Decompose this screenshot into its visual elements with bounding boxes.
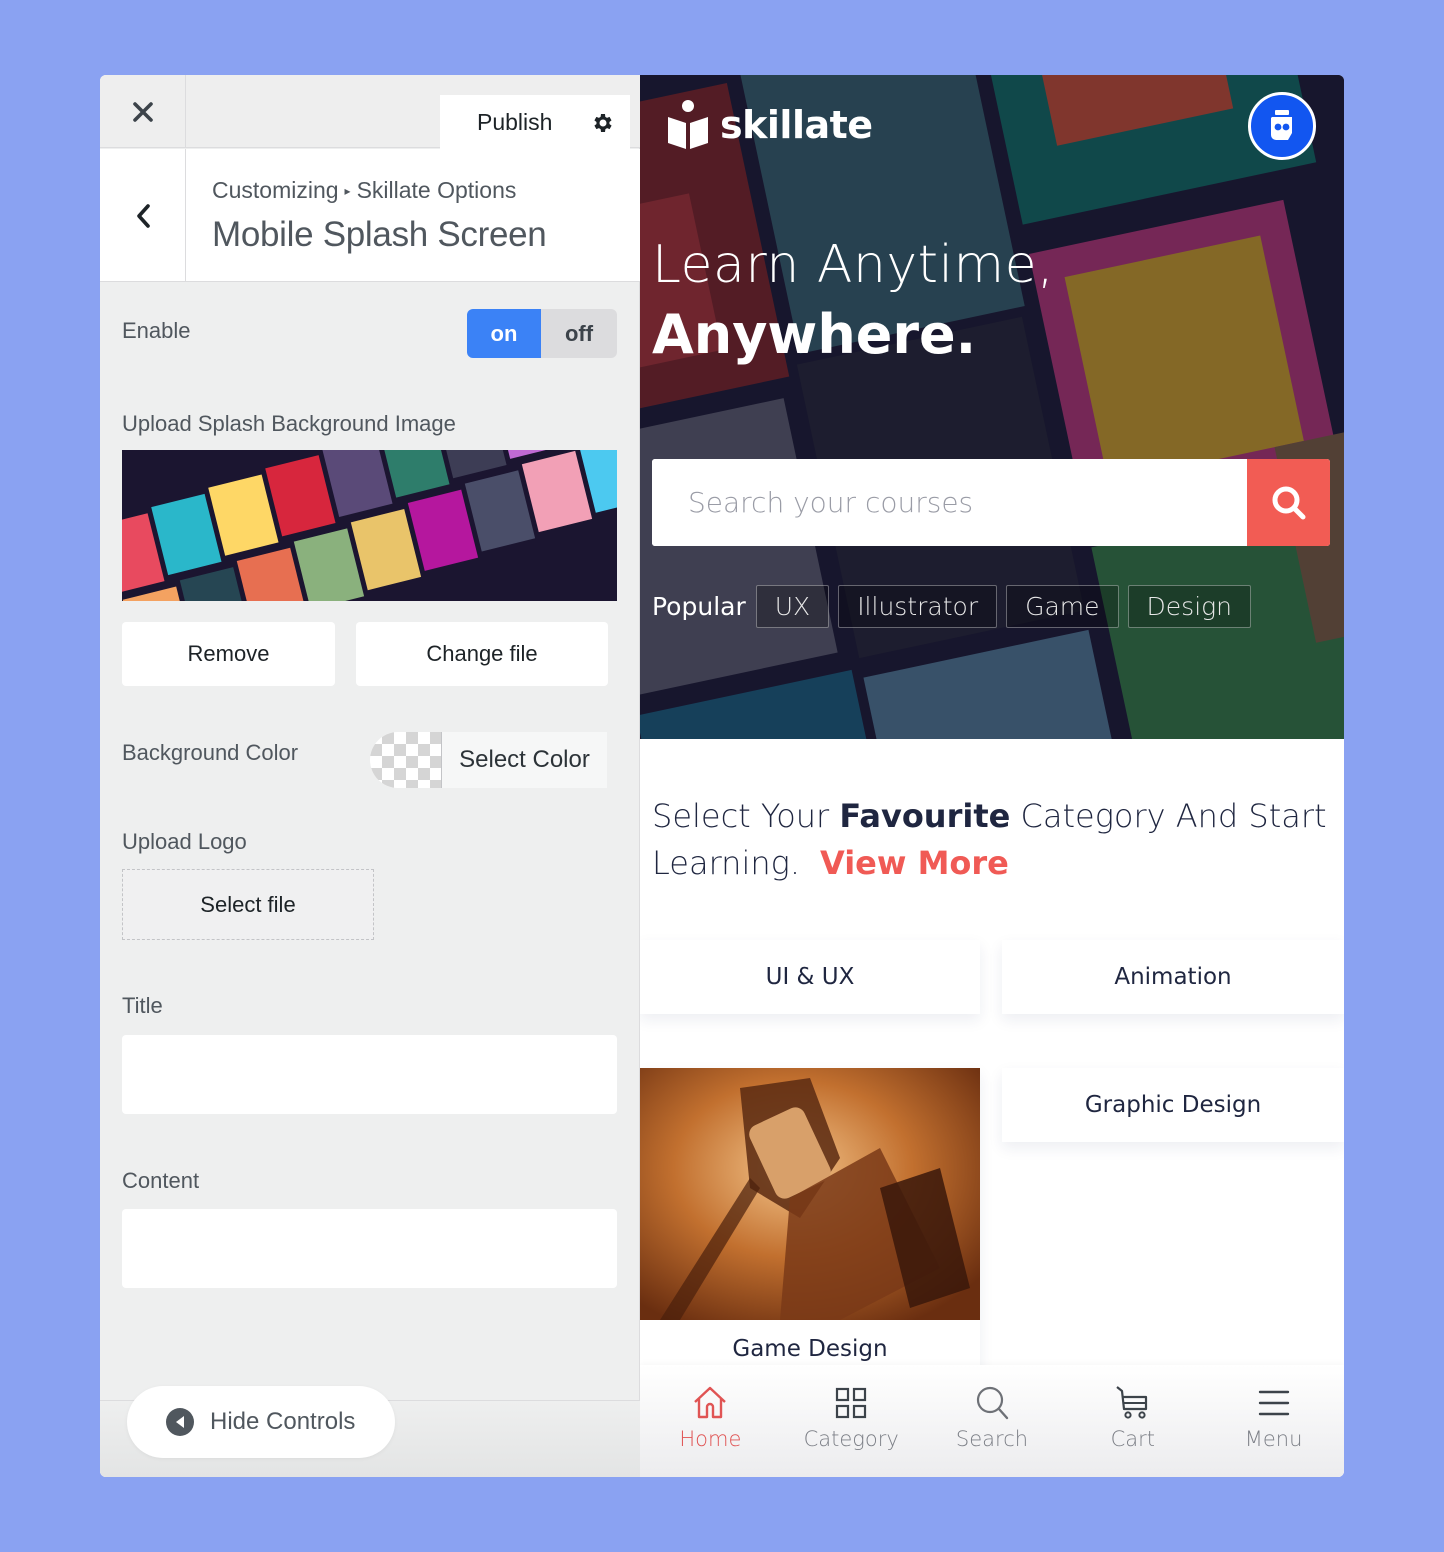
content-input[interactable] bbox=[122, 1209, 617, 1288]
category-card[interactable]: UI & UX bbox=[640, 940, 980, 1014]
category-heading-bold: Favourite bbox=[839, 797, 1011, 835]
color-swatch-transparent[interactable] bbox=[370, 732, 442, 788]
course-search-button[interactable] bbox=[1247, 459, 1330, 546]
hero-overlay bbox=[640, 75, 1344, 739]
enable-label: Enable bbox=[122, 318, 191, 343]
hero-heading-line2: Anywhere. bbox=[652, 303, 977, 366]
category-caption: Game Design bbox=[732, 1336, 888, 1362]
select-logo-file-button[interactable]: Select file bbox=[122, 869, 374, 940]
course-search bbox=[652, 459, 1330, 546]
hide-controls-label: Hide Controls bbox=[210, 1408, 356, 1435]
popular-tag[interactable]: Design bbox=[1127, 585, 1251, 628]
skillate-logo-icon bbox=[668, 100, 708, 149]
splash-bg-image bbox=[122, 450, 617, 601]
close-button[interactable] bbox=[100, 75, 186, 148]
upload-logo-label: Upload Logo bbox=[122, 829, 247, 854]
nav-search-label: Search bbox=[955, 1427, 1029, 1451]
title-input[interactable] bbox=[122, 1035, 617, 1114]
course-search-input[interactable] bbox=[652, 459, 1247, 546]
search-icon bbox=[976, 1386, 1009, 1420]
splash-bg-label: Upload Splash Background Image bbox=[122, 411, 456, 436]
breadcrumb-parent: Skillate Options bbox=[356, 177, 517, 203]
customizer-window: Publish Customizing ▸ Skillate Options Mob… bbox=[100, 75, 1344, 1477]
enable-toggle[interactable]: on off bbox=[467, 309, 617, 358]
knight-image bbox=[640, 1068, 980, 1320]
hero-section: skillate Learn Anytime, Anywhere. Search… bbox=[640, 75, 1344, 739]
customizer-panel: Publish Customizing ▸ Skillate Options Mob… bbox=[100, 75, 640, 1477]
nav-menu[interactable]: Menu bbox=[1214, 1365, 1334, 1477]
popular-tag[interactable]: Illustrator bbox=[838, 585, 998, 628]
popular-tags: Popular UX Illustrator Game Design bbox=[652, 585, 1260, 628]
site-logo[interactable]: skillate bbox=[666, 99, 873, 151]
bg-color-label: Background Color bbox=[122, 740, 299, 765]
view-more-link[interactable]: View More bbox=[820, 844, 1009, 882]
select-color-button[interactable]: Select Color bbox=[442, 732, 607, 788]
nav-search[interactable]: Search bbox=[932, 1365, 1052, 1477]
chevron-left-icon bbox=[136, 203, 150, 228]
grid-icon bbox=[836, 1387, 867, 1419]
back-button[interactable] bbox=[100, 149, 186, 282]
cart-icon bbox=[1116, 1386, 1147, 1419]
section-title: Mobile Splash Screen bbox=[212, 215, 547, 254]
popular-tag[interactable]: Game bbox=[1006, 585, 1119, 628]
splash-bg-thumbnail bbox=[122, 450, 617, 601]
home-icon bbox=[694, 1386, 727, 1419]
toggle-off-option[interactable]: off bbox=[541, 309, 617, 358]
title-label: Title bbox=[122, 993, 163, 1018]
close-icon bbox=[132, 101, 153, 122]
breadcrumb-root: Customizing bbox=[212, 177, 339, 203]
nav-cart[interactable]: Cart bbox=[1073, 1365, 1193, 1477]
hero-heading-line1: Learn Anytime, bbox=[652, 235, 1055, 295]
publish-area: Publish bbox=[440, 95, 630, 149]
gear-icon[interactable] bbox=[590, 111, 614, 135]
category-image bbox=[640, 1068, 980, 1320]
popular-tag[interactable]: UX bbox=[755, 585, 830, 628]
breadcrumb-separator: ▸ bbox=[344, 184, 351, 198]
popular-label: Popular bbox=[652, 592, 746, 621]
toggle-on-option[interactable]: on bbox=[467, 309, 541, 358]
hide-controls-button[interactable]: Hide Controls bbox=[127, 1386, 395, 1458]
publish-button[interactable]: Publish bbox=[477, 109, 552, 136]
brand-name: skillate bbox=[720, 103, 873, 147]
color-picker[interactable]: Select Color bbox=[370, 732, 607, 788]
nav-home[interactable]: Home bbox=[650, 1365, 770, 1477]
site-preview: skillate Learn Anytime, Anywhere. Search… bbox=[640, 75, 1344, 1477]
customizer-topbar: Publish bbox=[100, 75, 640, 149]
section-header: Customizing ▸ Skillate Options Mobile Spla… bbox=[100, 149, 640, 282]
nav-category-label: Category bbox=[803, 1427, 899, 1451]
category-heading-pre: Select Your bbox=[652, 797, 840, 835]
nav-category[interactable]: Category bbox=[791, 1365, 911, 1477]
breadcrumb: Customizing ▸ Skillate Options bbox=[212, 177, 516, 204]
category-card[interactable]: Animation bbox=[1002, 940, 1344, 1014]
change-file-button[interactable]: Change file bbox=[356, 622, 608, 686]
category-card[interactable]: Graphic Design bbox=[1002, 1068, 1344, 1142]
category-heading: Select Your Favourite Category And Start… bbox=[652, 793, 1332, 887]
category-card-with-image[interactable]: Game Design bbox=[640, 1068, 980, 1398]
accessibility-badge[interactable] bbox=[1248, 92, 1316, 160]
menu-icon bbox=[1258, 1390, 1289, 1416]
nav-cart-label: Cart bbox=[1110, 1427, 1155, 1451]
nav-menu-label: Menu bbox=[1244, 1427, 1303, 1451]
remove-image-button[interactable]: Remove bbox=[122, 622, 335, 686]
search-icon bbox=[1272, 486, 1305, 519]
content-label: Content bbox=[122, 1168, 200, 1193]
bottom-navigation: Home Category Search Cart Menu bbox=[640, 1365, 1344, 1477]
collapse-arrow-icon bbox=[166, 1408, 194, 1436]
nav-home-label: Home bbox=[679, 1427, 742, 1451]
robot-mascot-icon bbox=[1271, 110, 1292, 140]
